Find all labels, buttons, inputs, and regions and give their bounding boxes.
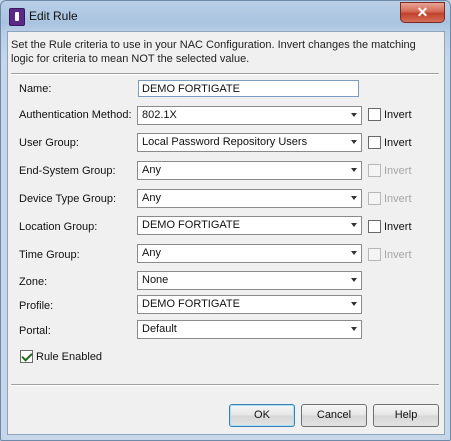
auth-method-label: Authentication Method: — [19, 109, 132, 121]
ok-button[interactable]: OK — [229, 404, 295, 427]
chevron-down-icon — [351, 113, 357, 117]
device-type-group-invert-label: Invert — [384, 193, 412, 205]
help-button[interactable]: Help — [373, 404, 439, 427]
edit-rule-dialog: Edit Rule ✕ Set the Rule criteria to use… — [0, 0, 451, 441]
portal-select[interactable]: Default — [137, 320, 362, 339]
chevron-down-icon — [351, 278, 357, 282]
time-group-invert-label: Invert — [384, 249, 412, 261]
location-group-select[interactable]: DEMO FORTIGATE — [137, 216, 362, 235]
location-group-invert-checkbox[interactable] — [368, 220, 381, 233]
user-group-value: Local Password Repository Users — [142, 136, 308, 148]
name-field[interactable]: DEMO FORTIGATE — [138, 80, 359, 97]
dialog-body: Set the Rule criteria to use in your NAC… — [7, 31, 445, 435]
chevron-down-icon — [351, 140, 357, 144]
portal-label: Portal: — [19, 325, 51, 337]
profile-select[interactable]: DEMO FORTIGATE — [137, 295, 362, 314]
end-system-group-select[interactable]: Any — [137, 161, 362, 180]
close-button[interactable]: ✕ — [400, 2, 445, 23]
chevron-down-icon — [351, 223, 357, 227]
zone-value: None — [142, 274, 169, 286]
location-group-value: DEMO FORTIGATE — [142, 219, 240, 231]
time-group-select[interactable]: Any — [137, 244, 362, 263]
chevron-down-icon — [351, 327, 357, 331]
divider — [11, 384, 439, 386]
zone-select[interactable]: None — [137, 271, 362, 290]
description-text: Set the Rule criteria to use in your NAC… — [11, 39, 416, 65]
user-group-invert-label: Invert — [384, 137, 412, 149]
auth-method-select[interactable]: 802.1X — [137, 106, 362, 125]
user-group-label: User Group: — [19, 137, 79, 149]
cancel-button[interactable]: Cancel — [301, 404, 367, 427]
chevron-down-icon — [351, 168, 357, 172]
auth-method-value: 802.1X — [142, 109, 177, 121]
end-system-group-value: Any — [142, 164, 161, 176]
name-label: Name: — [19, 83, 52, 95]
divider — [11, 73, 439, 75]
window-title: Edit Rule — [29, 9, 78, 23]
portal-value: Default — [142, 323, 177, 335]
auth-method-invert-label: Invert — [384, 109, 412, 121]
title-bar[interactable]: Edit Rule ✕ — [1, 1, 450, 31]
app-icon — [9, 8, 25, 26]
location-group-label: Location Group: — [19, 221, 98, 233]
user-group-select[interactable]: Local Password Repository Users — [137, 133, 362, 152]
device-type-group-select[interactable]: Any — [137, 189, 362, 208]
chevron-down-icon — [351, 302, 357, 306]
chevron-down-icon — [351, 196, 357, 200]
time-group-label: Time Group: — [19, 249, 80, 261]
chevron-down-icon — [351, 251, 357, 255]
time-group-invert-checkbox — [368, 248, 381, 261]
device-type-group-value: Any — [142, 192, 161, 204]
auth-method-invert-checkbox[interactable] — [368, 108, 381, 121]
end-system-group-invert-label: Invert — [384, 165, 412, 177]
end-system-group-invert-checkbox — [368, 164, 381, 177]
rule-enabled-checkbox[interactable] — [20, 350, 33, 363]
profile-value: DEMO FORTIGATE — [142, 298, 240, 310]
rule-enabled-label: Rule Enabled — [36, 351, 103, 363]
end-system-group-label: End-System Group: — [19, 165, 116, 177]
device-type-group-invert-checkbox — [368, 192, 381, 205]
user-group-invert-checkbox[interactable] — [368, 136, 381, 149]
profile-label: Profile: — [19, 300, 54, 312]
device-type-group-label: Device Type Group: — [19, 193, 117, 205]
zone-label: Zone: — [19, 276, 48, 288]
location-group-invert-label: Invert — [384, 221, 412, 233]
time-group-value: Any — [142, 247, 161, 259]
